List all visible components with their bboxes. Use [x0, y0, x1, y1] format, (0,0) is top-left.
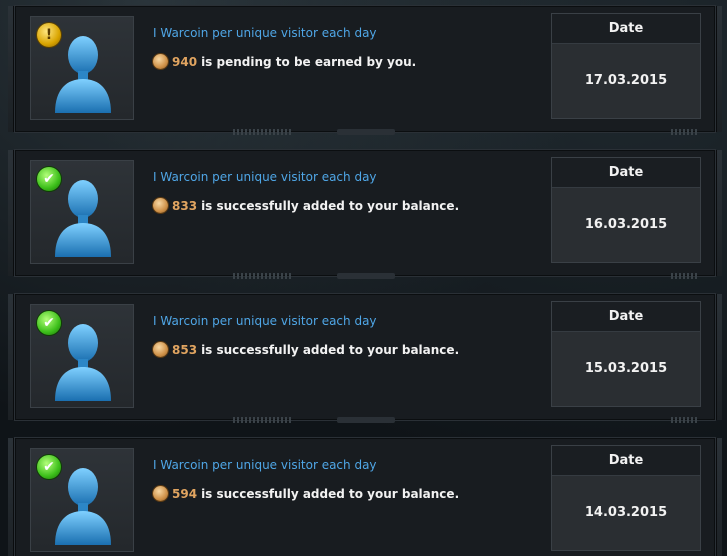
coin-amount: 853 [172, 342, 198, 357]
entry-title: I Warcoin per unique visitor each day [153, 314, 377, 328]
checkmark-icon: ✔ [37, 455, 61, 479]
date-panel: Date 16.03.2015 [551, 157, 701, 263]
date-label: Date [552, 302, 700, 332]
coin-icon [153, 54, 168, 69]
visitor-avatar: ✔ [30, 304, 134, 408]
frame-decoration [671, 129, 699, 135]
entry-title: I Warcoin per unique visitor each day [153, 458, 377, 472]
coin-amount: 833 [172, 198, 198, 213]
date-label: Date [552, 446, 700, 476]
date-label: Date [552, 158, 700, 188]
entry-message: is successfully added to your balance. [201, 486, 460, 501]
reward-entry: ✔ I Warcoin per unique visitor each day … [8, 149, 722, 279]
date-panel: Date 17.03.2015 [551, 13, 701, 119]
reward-entry: ✔ I Warcoin per unique visitor each day … [8, 293, 722, 423]
coin-amount: 594 [172, 486, 198, 501]
frame-decoration [671, 417, 699, 423]
visitor-avatar: ! [30, 16, 134, 120]
frame-decoration [671, 273, 699, 279]
visitor-avatar: ✔ [30, 160, 134, 264]
date-value: 14.03.2015 [584, 505, 668, 520]
coin-icon [153, 198, 168, 213]
checkmark-icon: ✔ [37, 167, 61, 191]
reward-history-page: ! I Warcoin per unique visitor each day … [0, 0, 727, 556]
reward-entry: ! I Warcoin per unique visitor each day … [8, 5, 722, 135]
date-panel: Date 15.03.2015 [551, 301, 701, 407]
frame-decoration [337, 417, 395, 423]
coin-icon [153, 342, 168, 357]
entry-description: 940 is pending to be earned by you. [153, 54, 416, 69]
frame-decoration [337, 273, 395, 279]
reward-entry: ✔ I Warcoin per unique visitor each day … [8, 437, 722, 556]
frame-decoration [233, 273, 291, 279]
frame-decoration [233, 129, 291, 135]
date-label: Date [552, 14, 700, 44]
date-value: 17.03.2015 [584, 73, 668, 88]
date-value: 16.03.2015 [584, 217, 668, 232]
entry-message: is pending to be earned by you. [201, 54, 417, 69]
entry-message: is successfully added to your balance. [201, 342, 460, 357]
visitor-avatar: ✔ [30, 448, 134, 552]
checkmark-icon: ✔ [37, 311, 61, 335]
coin-icon [153, 486, 168, 501]
entry-description: 594 is successfully added to your balanc… [153, 486, 459, 501]
date-value: 15.03.2015 [584, 361, 668, 376]
entry-description: 833 is successfully added to your balanc… [153, 198, 459, 213]
entry-description: 853 is successfully added to your balanc… [153, 342, 459, 357]
date-panel: Date 14.03.2015 [551, 445, 701, 551]
entry-message: is successfully added to your balance. [201, 198, 460, 213]
warning-icon: ! [37, 23, 61, 47]
frame-decoration [233, 417, 291, 423]
entry-title: I Warcoin per unique visitor each day [153, 170, 377, 184]
coin-amount: 940 [172, 54, 198, 69]
entry-title: I Warcoin per unique visitor each day [153, 26, 377, 40]
frame-decoration [337, 129, 395, 135]
